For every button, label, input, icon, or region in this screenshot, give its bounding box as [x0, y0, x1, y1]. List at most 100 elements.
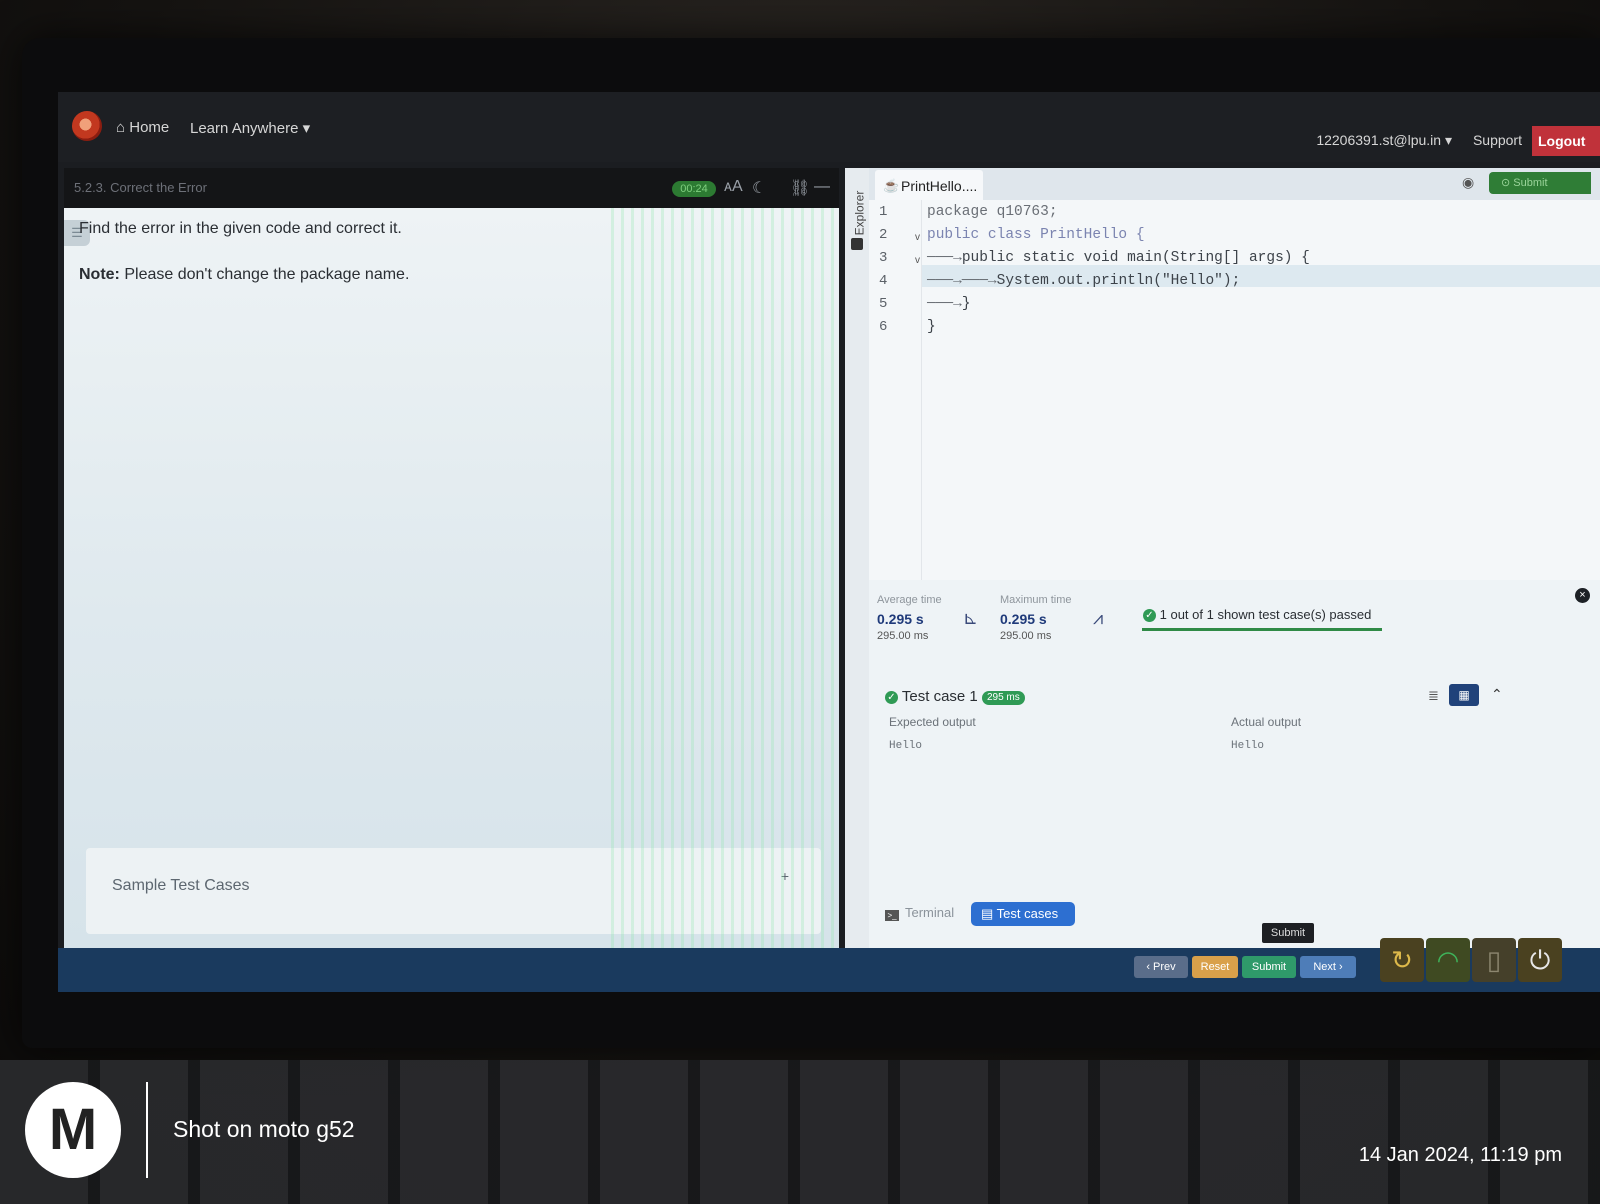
expected-output-label: Expected output — [889, 715, 976, 729]
code-line: public class PrintHello { — [927, 227, 1145, 243]
line-number: 3 — [879, 250, 888, 266]
bottom-action-bar: ‹ Prev Reset Submit Next › — [58, 948, 1600, 992]
submit-code-button[interactable]: ⊙ Submit — [1489, 172, 1591, 194]
check-circle-icon: ✓ — [1143, 609, 1156, 622]
explorer-label: Explorer — [852, 190, 867, 236]
peak-chart-icon[interactable]: ⩘ — [1093, 608, 1103, 629]
run-icon[interactable]: ◉ — [1462, 174, 1474, 191]
avg-time-label: Average time — [877, 594, 942, 606]
max-time-value: 0.295 s — [1000, 611, 1047, 627]
avg-time-value: 0.295 s — [877, 611, 924, 627]
line-number: 4 — [879, 273, 888, 289]
caret-down-icon: ▾ — [1444, 132, 1452, 148]
top-navbar: ⌂ Home Learn Anywhere ▾ 12206391.st@lpu.… — [58, 92, 1600, 162]
problem-note: Note: Please don't change the package na… — [79, 266, 409, 284]
next-button[interactable]: Next › — [1300, 956, 1356, 978]
tab-terminal-label: Terminal — [905, 905, 955, 920]
code-line-text: public static void main(String[] args) { — [961, 250, 1310, 266]
list-view-icon[interactable]: ≣ — [1428, 688, 1439, 704]
note-text: Please don't change the package name. — [124, 266, 410, 283]
explorer-sidebar[interactable]: Explorer — [845, 168, 870, 948]
submit-button[interactable]: Submit — [1242, 956, 1296, 978]
code-line-indented: ───→} — [927, 296, 971, 312]
line-number: 1 — [879, 204, 888, 220]
actual-output-label: Actual output — [1231, 715, 1302, 729]
java-file-icon: ☕ — [883, 178, 900, 193]
line-number: 5 — [879, 296, 888, 312]
battery-icon[interactable]: ▯ — [1472, 938, 1516, 982]
font-size-icon[interactable]: ᴀA — [724, 178, 743, 196]
chat-icon[interactable] — [851, 238, 863, 250]
screen: ⌂ Home Learn Anywhere ▾ 12206391.st@lpu.… — [58, 92, 1600, 992]
indent-arrow-icon: ───→ — [927, 296, 962, 312]
question-panel: 5.2.3. Correct the Error 00:24 ᴀA ☾ ⛓ — … — [64, 168, 839, 948]
code-line: } — [927, 319, 936, 335]
nav-home-label: Home — [129, 119, 170, 136]
nav-learn-anywhere[interactable]: Learn Anywhere ▾ — [190, 119, 310, 137]
submit-code-label: Submit — [1513, 177, 1548, 189]
prev-button[interactable]: ‹ Prev — [1134, 956, 1188, 978]
code-line: package q10763; — [927, 204, 1058, 220]
user-menu[interactable]: 12206391.st@lpu.in ▾ — [1316, 132, 1452, 149]
chevron-up-icon[interactable]: ⌃ — [1491, 686, 1503, 703]
caret-down-icon: ▾ — [302, 120, 311, 137]
logout-button[interactable]: Logout — [1532, 126, 1600, 156]
code-line-text: } — [961, 296, 971, 312]
results-panel: × Average time 0.295 s 295.00 ms ⊾ Maxim… — [869, 580, 1600, 948]
file-tab-label: PrintHello.... — [901, 178, 978, 194]
photo-timestamp: 14 Jan 2024, 11:19 pm — [1358, 1144, 1562, 1166]
indent-arrow-icon: ───→ — [927, 250, 962, 266]
expected-output-value: Hello — [889, 740, 923, 752]
motorola-logo-icon: M — [25, 1082, 121, 1178]
submit-icon: ⊙ — [1501, 177, 1514, 189]
refresh-icon[interactable]: ↻ — [1380, 938, 1424, 982]
fold-chevron-icon[interactable]: v — [915, 255, 920, 266]
code-editor[interactable]: 1 2 v 3 v 4 5 6 package q10763; public c… — [869, 200, 1600, 580]
pass-summary-text: 1 out of 1 shown test case(s) passed — [1159, 607, 1372, 622]
sample-test-cases-label: Sample Test Cases — [112, 877, 250, 894]
test-case-time-badge: 295 ms — [981, 691, 1025, 705]
wifi-icon[interactable]: ◠ — [1426, 938, 1470, 982]
screen-moire — [604, 208, 839, 948]
minimize-icon[interactable]: — — [814, 178, 830, 196]
submit-tooltip: Submit — [1262, 923, 1314, 943]
nav-learn-label: Learn Anywhere — [190, 120, 299, 137]
question-title: 5.2.3. Correct the Error — [74, 180, 207, 195]
lpu-logo[interactable] — [72, 111, 102, 141]
file-tab[interactable]: ☕ PrintHello.... — [875, 170, 983, 200]
chart-icon[interactable]: ⊾ — [963, 608, 978, 629]
watermark-divider — [146, 1082, 148, 1178]
line-gutter: 1 2 v 3 v 4 5 6 — [869, 200, 922, 580]
check-circle-icon: ✓ — [885, 691, 898, 704]
line-number: 2 — [879, 227, 888, 243]
code-line-indented: ───→public static void main(String[] arg… — [927, 250, 1310, 266]
editor-panel: Explorer ☕ PrintHello.... ◉ ⊙ Submit 1 2… — [845, 168, 1600, 948]
max-time-label: Maximum time — [1000, 594, 1072, 606]
code-line-text: System.out.println("Hello"); — [996, 273, 1241, 289]
code-line-indented: ───→───→System.out.println("Hello"); — [927, 273, 1240, 289]
problem-statement: Find the error in the given code and cor… — [79, 220, 402, 237]
link-icon[interactable]: ⛓ — [790, 178, 810, 198]
line-number: 6 — [879, 319, 888, 335]
actual-output-value: Hello — [1231, 740, 1265, 752]
power-icon[interactable]: ⏻ — [1518, 938, 1562, 982]
table-view-icon[interactable]: ▦ — [1449, 684, 1479, 706]
reset-button[interactable]: Reset — [1192, 956, 1238, 978]
close-icon[interactable]: × — [1575, 588, 1590, 603]
support-link[interactable]: Support — [1473, 132, 1522, 148]
avg-time-ms: 295.00 ms — [877, 630, 929, 642]
terminal-icon: >_ — [885, 910, 899, 921]
tab-test-cases-label: Test cases — [996, 906, 1059, 921]
editor-tabbar: ☕ PrintHello.... ◉ ⊙ Submit — [869, 168, 1600, 200]
fold-chevron-icon[interactable]: v — [915, 232, 920, 243]
moon-icon[interactable]: ☾ — [752, 178, 766, 198]
tab-test-cases[interactable]: ▤ Test cases — [971, 902, 1075, 926]
pass-progress-bar — [1142, 628, 1382, 631]
test-case-header[interactable]: ✓ Test case 1 295 ms — [885, 688, 1025, 705]
pass-summary: ✓ 1 out of 1 shown test case(s) passed — [1143, 607, 1371, 622]
tab-terminal[interactable]: >_ Terminal — [885, 905, 954, 921]
user-email: 12206391.st@lpu.in — [1316, 132, 1442, 148]
note-label: Note: — [79, 266, 120, 283]
indent-arrow-icon: ───→───→ — [927, 273, 997, 289]
nav-home[interactable]: ⌂ Home — [116, 119, 169, 136]
